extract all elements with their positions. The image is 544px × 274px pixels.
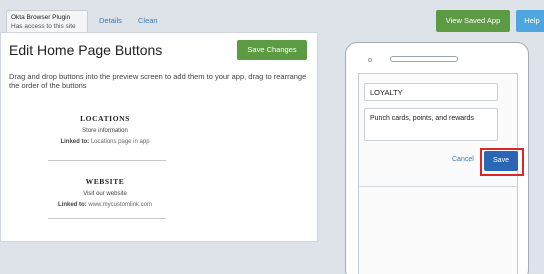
link-label: Linked to: <box>57 202 87 208</box>
button-title-input[interactable]: LOYALTY <box>364 83 498 101</box>
link-label: Linked to: <box>60 139 90 145</box>
button-subtitle: Visit our website <box>83 191 127 197</box>
divider <box>358 186 518 187</box>
page-title: Edit Home Page Buttons <box>9 42 163 58</box>
save-changes-button[interactable]: Save Changes <box>237 40 307 60</box>
divider <box>48 160 166 161</box>
draggable-button-locations[interactable]: LOCATIONS Store information Linked to: L… <box>31 114 179 145</box>
details-link[interactable]: Details <box>99 16 122 25</box>
clean-link[interactable]: Clean <box>138 16 158 25</box>
button-title: LOCATIONS <box>80 114 130 123</box>
button-link: Linked to: Locations page in app <box>31 139 179 145</box>
view-saved-app-button[interactable]: View Saved App <box>436 10 510 32</box>
extension-subtitle: Has access to this site <box>11 23 76 30</box>
speaker-icon <box>390 56 458 62</box>
button-link: Linked to: www.mycustomlink.com <box>31 202 179 208</box>
phone-preview: LOYALTY Punch cards, points, and rewards… <box>345 42 529 274</box>
button-subtitle: Store information <box>82 128 128 134</box>
draggable-button-website[interactable]: WEBSITE Visit our website Linked to: www… <box>31 177 179 208</box>
extension-title: Okta Browser Plugin <box>11 14 71 21</box>
button-title: WEBSITE <box>85 177 125 186</box>
link-value: Locations page in app <box>90 139 150 145</box>
divider <box>48 218 166 219</box>
help-button[interactable]: Help <box>516 10 544 32</box>
link-value: www.mycustomlink.com <box>88 202 153 208</box>
save-button[interactable]: Save <box>484 151 518 171</box>
cancel-link[interactable]: Cancel <box>452 156 474 163</box>
button-description-input[interactable]: Punch cards, points, and rewards <box>364 108 498 141</box>
editor-panel: Edit Home Page Buttons Save Changes Drag… <box>0 32 318 242</box>
camera-icon <box>368 58 372 62</box>
instructions-text: Drag and drop buttons into the preview s… <box>9 72 307 90</box>
